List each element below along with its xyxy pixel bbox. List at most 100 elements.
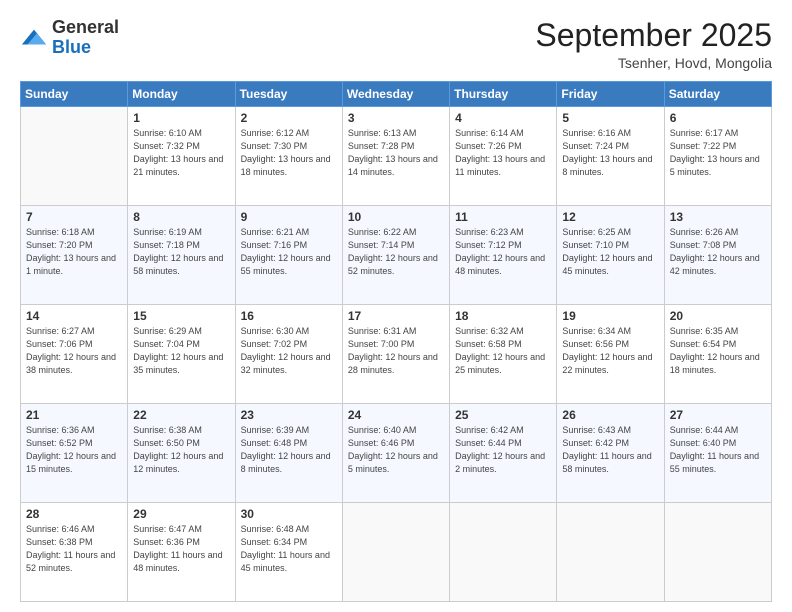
day-info: Sunrise: 6:47 AMSunset: 6:36 PMDaylight:… xyxy=(133,523,229,575)
calendar-cell: 3Sunrise: 6:13 AMSunset: 7:28 PMDaylight… xyxy=(342,107,449,206)
day-number: 20 xyxy=(670,309,766,323)
weekday-header-row: Sunday Monday Tuesday Wednesday Thursday… xyxy=(21,82,772,107)
day-info: Sunrise: 6:16 AMSunset: 7:24 PMDaylight:… xyxy=(562,127,658,179)
calendar-cell: 17 Sunrise: 6:31 AMSunset: 7:00 PMDayligh… xyxy=(342,305,449,404)
day-info: Sunrise: 6:14 AMSunset: 7:26 PMDaylight:… xyxy=(455,127,551,179)
day-info: Sunrise: 6:27 AMSunset: 7:06 PMDaylight:… xyxy=(26,325,122,377)
logo-icon xyxy=(20,24,48,52)
calendar-week-row: 1 Sunrise: 6:10 AMSunset: 7:32 PMDaylight… xyxy=(21,107,772,206)
calendar-cell: 5 Sunrise: 6:16 AMSunset: 7:24 PMDaylight… xyxy=(557,107,664,206)
day-number: 14 xyxy=(26,309,122,323)
header-sunday: Sunday xyxy=(21,82,128,107)
day-info: Sunrise: 6:18 AMSunset: 7:20 PMDaylight:… xyxy=(26,226,122,278)
day-info: Sunrise: 6:12 AMSunset: 7:30 PMDaylight:… xyxy=(241,127,337,179)
day-number: 11 xyxy=(455,210,551,224)
calendar-cell: 8Sunrise: 6:19 AMSunset: 7:18 PMDaylight… xyxy=(128,206,235,305)
month-title: September 2025 xyxy=(535,18,772,53)
header-wednesday: Wednesday xyxy=(342,82,449,107)
calendar-cell: 6 Sunrise: 6:17 AMSunset: 7:22 PMDaylight… xyxy=(664,107,771,206)
header-monday: Monday xyxy=(128,82,235,107)
calendar-cell: 16 Sunrise: 6:30 AMSunset: 7:02 PMDayligh… xyxy=(235,305,342,404)
day-number: 16 xyxy=(241,309,337,323)
day-number: 18 xyxy=(455,309,551,323)
day-number: 27 xyxy=(670,408,766,422)
day-number: 30 xyxy=(241,507,337,521)
day-info: Sunrise: 6:42 AMSunset: 6:44 PMDaylight:… xyxy=(455,424,551,476)
calendar-cell: 20 Sunrise: 6:35 AMSunset: 6:54 PMDayligh… xyxy=(664,305,771,404)
day-info: Sunrise: 6:26 AMSunset: 7:08 PMDaylight:… xyxy=(670,226,766,278)
calendar-cell: 24Sunrise: 6:40 AMSunset: 6:46 PMDayligh… xyxy=(342,404,449,503)
day-info: Sunrise: 6:10 AMSunset: 7:32 PMDaylight:… xyxy=(133,127,229,179)
calendar-cell: 19 Sunrise: 6:34 AMSunset: 6:56 PMDayligh… xyxy=(557,305,664,404)
calendar-table: Sunday Monday Tuesday Wednesday Thursday… xyxy=(20,81,772,602)
day-number: 13 xyxy=(670,210,766,224)
day-info: Sunrise: 6:19 AMSunset: 7:18 PMDaylight:… xyxy=(133,226,229,278)
day-number: 29 xyxy=(133,507,229,521)
calendar-cell: 21Sunrise: 6:36 AMSunset: 6:52 PMDayligh… xyxy=(21,404,128,503)
day-info: Sunrise: 6:13 AMSunset: 7:28 PMDaylight:… xyxy=(348,127,444,179)
calendar-cell: 26Sunrise: 6:43 AMSunset: 6:42 PMDayligh… xyxy=(557,404,664,503)
day-number: 28 xyxy=(26,507,122,521)
day-number: 5 xyxy=(562,111,658,125)
calendar-cell xyxy=(342,503,449,602)
calendar-cell: 4 Sunrise: 6:14 AMSunset: 7:26 PMDaylight… xyxy=(450,107,557,206)
calendar-cell: 11 Sunrise: 6:23 AMSunset: 7:12 PMDayligh… xyxy=(450,206,557,305)
day-info: Sunrise: 6:43 AMSunset: 6:42 PMDaylight:… xyxy=(562,424,658,476)
day-info: Sunrise: 6:29 AMSunset: 7:04 PMDaylight:… xyxy=(133,325,229,377)
calendar-cell xyxy=(21,107,128,206)
day-info: Sunrise: 6:35 AMSunset: 6:54 PMDaylight:… xyxy=(670,325,766,377)
header-thursday: Thursday xyxy=(450,82,557,107)
day-number: 22 xyxy=(133,408,229,422)
day-info: Sunrise: 6:36 AMSunset: 6:52 PMDaylight:… xyxy=(26,424,122,476)
day-info: Sunrise: 6:38 AMSunset: 6:50 PMDaylight:… xyxy=(133,424,229,476)
header-saturday: Saturday xyxy=(664,82,771,107)
logo-blue-text: Blue xyxy=(52,37,91,57)
calendar-cell: 27Sunrise: 6:44 AMSunset: 6:40 PMDayligh… xyxy=(664,404,771,503)
day-number: 9 xyxy=(241,210,337,224)
calendar-week-row: 28Sunrise: 6:46 AMSunset: 6:38 PMDayligh… xyxy=(21,503,772,602)
day-info: Sunrise: 6:22 AMSunset: 7:14 PMDaylight:… xyxy=(348,226,444,278)
day-info: Sunrise: 6:39 AMSunset: 6:48 PMDaylight:… xyxy=(241,424,337,476)
day-info: Sunrise: 6:30 AMSunset: 7:02 PMDaylight:… xyxy=(241,325,337,377)
day-number: 2 xyxy=(241,111,337,125)
calendar-cell: 28Sunrise: 6:46 AMSunset: 6:38 PMDayligh… xyxy=(21,503,128,602)
day-info: Sunrise: 6:25 AMSunset: 7:10 PMDaylight:… xyxy=(562,226,658,278)
calendar-cell xyxy=(664,503,771,602)
day-number: 12 xyxy=(562,210,658,224)
header: General Blue September 2025 Tsenher, Hov… xyxy=(20,18,772,71)
day-info: Sunrise: 6:17 AMSunset: 7:22 PMDaylight:… xyxy=(670,127,766,179)
calendar-cell: 9Sunrise: 6:21 AMSunset: 7:16 PMDaylight… xyxy=(235,206,342,305)
calendar-week-row: 21Sunrise: 6:36 AMSunset: 6:52 PMDayligh… xyxy=(21,404,772,503)
calendar-cell: 22 Sunrise: 6:38 AMSunset: 6:50 PMDayligh… xyxy=(128,404,235,503)
calendar-cell: 14 Sunrise: 6:27 AMSunset: 7:06 PMDayligh… xyxy=(21,305,128,404)
calendar-cell: 2 Sunrise: 6:12 AMSunset: 7:30 PMDaylight… xyxy=(235,107,342,206)
logo-text: General Blue xyxy=(52,18,119,58)
calendar-cell: 13 Sunrise: 6:26 AMSunset: 7:08 PMDayligh… xyxy=(664,206,771,305)
day-number: 7 xyxy=(26,210,122,224)
header-friday: Friday xyxy=(557,82,664,107)
calendar-week-row: 14 Sunrise: 6:27 AMSunset: 7:06 PMDayligh… xyxy=(21,305,772,404)
calendar-cell xyxy=(450,503,557,602)
day-number: 1 xyxy=(133,111,229,125)
calendar-cell: 10Sunrise: 6:22 AMSunset: 7:14 PMDayligh… xyxy=(342,206,449,305)
day-number: 17 xyxy=(348,309,444,323)
logo-general-text: General xyxy=(52,17,119,37)
day-number: 15 xyxy=(133,309,229,323)
day-number: 4 xyxy=(455,111,551,125)
calendar-cell: 25 Sunrise: 6:42 AMSunset: 6:44 PMDayligh… xyxy=(450,404,557,503)
day-number: 25 xyxy=(455,408,551,422)
title-block: September 2025 Tsenher, Hovd, Mongolia xyxy=(535,18,772,71)
calendar-cell: 30Sunrise: 6:48 AMSunset: 6:34 PMDayligh… xyxy=(235,503,342,602)
day-info: Sunrise: 6:23 AMSunset: 7:12 PMDaylight:… xyxy=(455,226,551,278)
calendar-cell: 7 Sunrise: 6:18 AMSunset: 7:20 PMDaylight… xyxy=(21,206,128,305)
calendar-cell: 12 Sunrise: 6:25 AMSunset: 7:10 PMDayligh… xyxy=(557,206,664,305)
day-number: 6 xyxy=(670,111,766,125)
page: General Blue September 2025 Tsenher, Hov… xyxy=(0,0,792,612)
day-number: 19 xyxy=(562,309,658,323)
day-info: Sunrise: 6:34 AMSunset: 6:56 PMDaylight:… xyxy=(562,325,658,377)
day-info: Sunrise: 6:31 AMSunset: 7:00 PMDaylight:… xyxy=(348,325,444,377)
day-number: 23 xyxy=(241,408,337,422)
calendar-cell: 29 Sunrise: 6:47 AMSunset: 6:36 PMDayligh… xyxy=(128,503,235,602)
day-number: 24 xyxy=(348,408,444,422)
calendar-cell: 18Sunrise: 6:32 AMSunset: 6:58 PMDayligh… xyxy=(450,305,557,404)
